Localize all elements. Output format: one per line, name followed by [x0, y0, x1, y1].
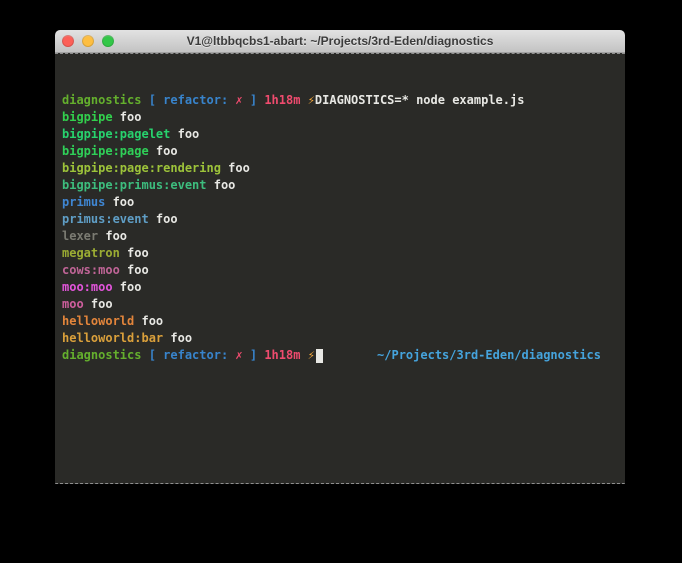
- terminal-segment: foo: [105, 194, 134, 211]
- terminal-segment: foo: [221, 160, 250, 177]
- terminal-segment: DIAGNOSTICS=* node example.js: [315, 92, 525, 109]
- minimize-button[interactable]: [82, 35, 94, 47]
- terminal-line: primus foo: [62, 194, 625, 211]
- terminal-segment: foo: [134, 313, 163, 330]
- terminal-segment: foo: [113, 109, 142, 126]
- terminal-segment: helloworld:bar: [62, 330, 163, 347]
- terminal-segment: cows:moo: [62, 262, 120, 279]
- terminal-segment: helloworld: [62, 313, 134, 330]
- terminal-line: megatron foo: [62, 245, 625, 262]
- terminal-segment: ]: [243, 347, 265, 364]
- terminal-segment: diagnostics: [62, 347, 141, 364]
- terminal-segment: ✗: [235, 92, 242, 109]
- terminal-segment: foo: [113, 279, 142, 296]
- terminal-segment: [ refactor:: [141, 347, 235, 364]
- terminal-segment: foo: [84, 296, 113, 313]
- terminal-segment: foo: [120, 245, 149, 262]
- terminal-line: helloworld:bar foo: [62, 330, 625, 347]
- terminal-segment: 1h18m: [264, 347, 300, 364]
- terminal-window: V1@ltbbqcbs1-abart: ~/Projects/3rd-Eden/…: [55, 30, 625, 484]
- terminal-segment: primus: [62, 194, 105, 211]
- window-controls: [62, 35, 114, 47]
- terminal-segment: foo: [149, 211, 178, 228]
- terminal-segment: foo: [149, 143, 178, 160]
- terminal-segment: moo: [62, 296, 84, 313]
- terminal-segment: bigpipe:page: [62, 143, 149, 160]
- terminal-segment: megatron: [62, 245, 120, 262]
- terminal-segment: bigpipe: [62, 109, 113, 126]
- terminal-segment: bigpipe:pagelet: [62, 126, 170, 143]
- terminal-segment: ⚡: [308, 347, 315, 364]
- terminal-line: bigpipe:page foo: [62, 143, 625, 160]
- terminal-segment: ⚡: [308, 92, 315, 109]
- zoom-button[interactable]: [102, 35, 114, 47]
- window-title: V1@ltbbqcbs1-abart: ~/Projects/3rd-Eden/…: [55, 34, 625, 48]
- terminal-segment: foo: [120, 262, 149, 279]
- close-button[interactable]: [62, 35, 74, 47]
- terminal-segment: foo: [170, 126, 199, 143]
- desktop-background: V1@ltbbqcbs1-abart: ~/Projects/3rd-Eden/…: [0, 0, 682, 563]
- terminal-segment: primus:event: [62, 211, 149, 228]
- terminal-line: primus:event foo: [62, 211, 625, 228]
- terminal-line: diagnostics [ refactor: ✗ ] 1h18m ⚡DIAGN…: [62, 92, 625, 109]
- terminal-segment: [ refactor:: [141, 92, 235, 109]
- terminal-line: helloworld foo: [62, 313, 625, 330]
- terminal-output: diagnostics [ refactor: ✗ ] 1h18m ⚡DIAGN…: [62, 92, 625, 364]
- terminal-segment: ✗: [235, 347, 242, 364]
- terminal-segment: bigpipe:page:rendering: [62, 160, 221, 177]
- terminal-line: bigpipe:page:rendering foo: [62, 160, 625, 177]
- terminal-segment: foo: [163, 330, 192, 347]
- window-titlebar[interactable]: V1@ltbbqcbs1-abart: ~/Projects/3rd-Eden/…: [55, 30, 625, 53]
- terminal-segment: lexer: [62, 228, 98, 245]
- terminal-line: bigpipe:pagelet foo: [62, 126, 625, 143]
- terminal-cursor: [316, 349, 323, 363]
- terminal-segment: 1h18m: [264, 92, 300, 109]
- terminal-line: cows:moo foo: [62, 262, 625, 279]
- terminal-line: bigpipe:primus:event foo: [62, 177, 625, 194]
- terminal-segment: moo:moo: [62, 279, 113, 296]
- terminal-segment: [300, 92, 307, 109]
- terminal-line: lexer foo: [62, 228, 625, 245]
- prompt-current-path: ~/Projects/3rd-Eden/diagnostics: [377, 347, 601, 364]
- terminal-segment: diagnostics: [62, 92, 141, 109]
- terminal-segment: bigpipe:primus:event: [62, 177, 207, 194]
- terminal-segment: ]: [243, 92, 265, 109]
- terminal-screen[interactable]: diagnostics [ refactor: ✗ ] 1h18m ⚡DIAGN…: [55, 53, 625, 484]
- terminal-segment: foo: [207, 177, 236, 194]
- terminal-line: diagnostics [ refactor: ✗ ] 1h18m ⚡ ~/Pro…: [62, 347, 625, 364]
- terminal-line: moo:moo foo: [62, 279, 625, 296]
- terminal-segment: [300, 347, 307, 364]
- terminal-segment: foo: [98, 228, 127, 245]
- terminal-line: bigpipe foo: [62, 109, 625, 126]
- terminal-line: moo foo: [62, 296, 625, 313]
